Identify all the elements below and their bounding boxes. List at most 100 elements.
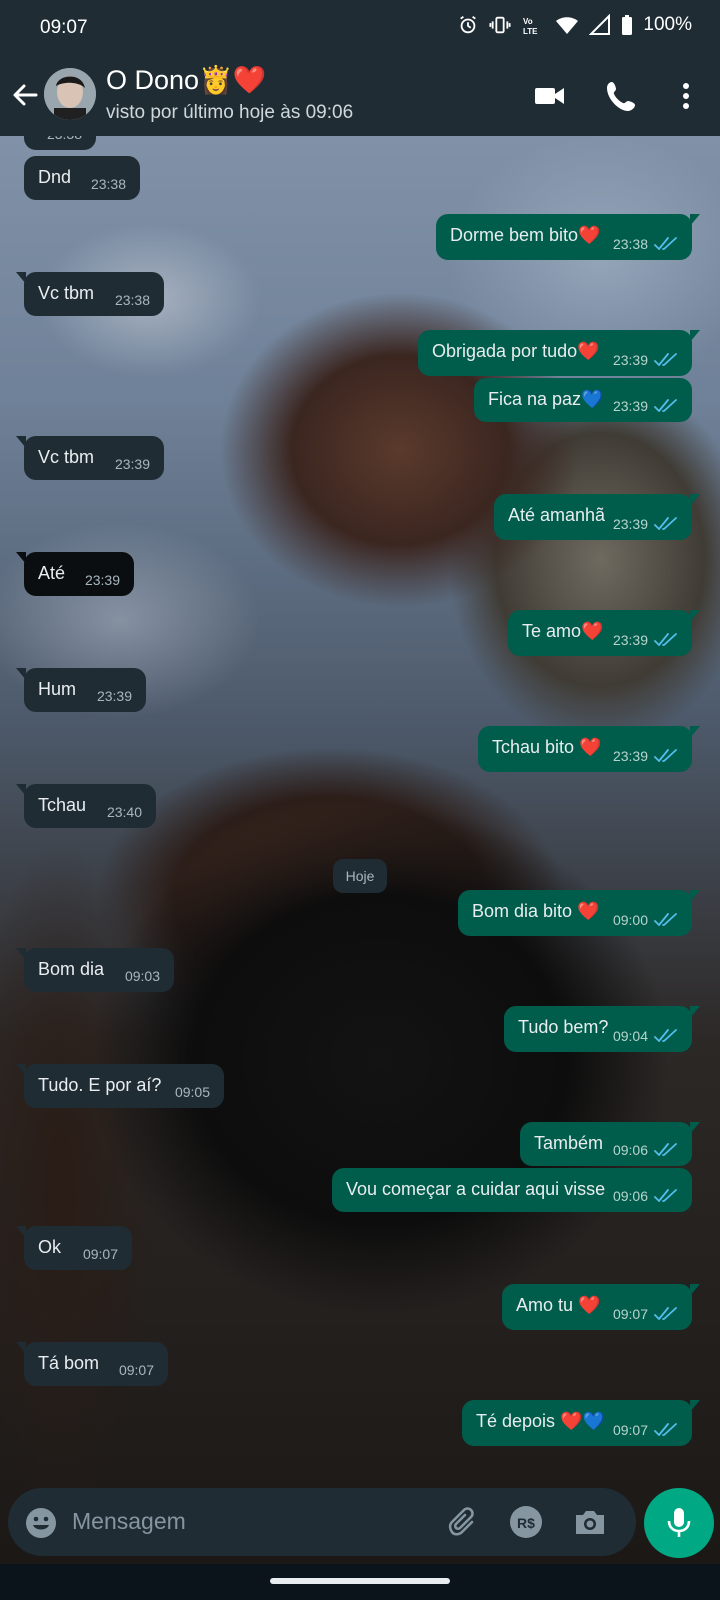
read-receipt-icon — [654, 1029, 677, 1042]
bubble-tail — [16, 552, 26, 564]
message-meta: 23:39 — [613, 748, 678, 764]
outgoing-message[interactable]: Amo tu ❤️ 09:07 — [502, 1284, 700, 1330]
outgoing-message[interactable]: Também 09:06 — [520, 1122, 700, 1166]
read-receipt-icon — [654, 237, 677, 250]
svg-text:Vo: Vo — [523, 17, 533, 26]
message-time: 09:07 — [118, 1362, 154, 1378]
message-time: 23:38 — [47, 136, 82, 142]
outgoing-message[interactable]: Até amanhã 23:39 — [494, 494, 700, 540]
message-time: 09:00 — [612, 912, 648, 928]
chat-header: O Dono👸❤️ visto por último hoje às 09:06 — [0, 56, 720, 136]
bubble-tail — [16, 668, 26, 680]
video-call-icon[interactable] — [532, 78, 568, 114]
bubble-tail — [16, 1342, 26, 1354]
incoming-message[interactable]: Tudo. E por aí? 09:05 — [16, 1064, 224, 1108]
phone-icon[interactable] — [604, 78, 640, 114]
outgoing-message[interactable]: Tudo bem? 09:04 — [504, 1006, 700, 1052]
incoming-message[interactable]: Até 23:39 — [16, 552, 134, 596]
message-time: 23:39 — [96, 688, 132, 704]
message-text: Vc tbm — [38, 283, 95, 303]
contact-last-seen: visto por último hoje às 09:06 — [106, 102, 354, 123]
incoming-message[interactable]: Dnd 23:38 — [24, 156, 140, 200]
outgoing-message[interactable]: Fica na paz💙 23:39 — [474, 378, 692, 422]
message-meta: 09:07 — [83, 1246, 118, 1262]
contact-avatar[interactable] — [44, 68, 96, 120]
message-meta: 23:39 — [97, 688, 132, 704]
incoming-message[interactable]: Hum 23:39 — [16, 668, 146, 712]
back-arrow-icon[interactable] — [10, 78, 40, 112]
bubble-tail — [690, 610, 700, 622]
outgoing-message[interactable]: Vou começar a cuidar aqui visse 09:06 — [332, 1168, 692, 1212]
message-text: Tchau — [38, 795, 87, 815]
voice-record-button[interactable] — [644, 1488, 714, 1558]
message-text: Té depois ❤️💙 — [476, 1411, 605, 1431]
message-time: 09:07 — [612, 1306, 648, 1322]
wifi-icon — [556, 17, 579, 34]
volte-icon: VoLTE — [523, 17, 538, 36]
vibrate-icon — [489, 16, 511, 34]
message-time: 23:39 — [114, 456, 150, 472]
incoming-message[interactable]: Bom dia 09:03 — [16, 948, 174, 992]
payment-icon[interactable]: R$ — [508, 1504, 544, 1540]
message-text: Vc tbm — [38, 447, 95, 467]
message-time: 23:38 — [114, 292, 150, 308]
message-meta: 09:06 — [613, 1188, 678, 1204]
message-meta: 23:39 — [613, 516, 678, 532]
message-input[interactable]: Mensagem — [72, 1508, 186, 1535]
read-receipt-icon — [654, 399, 677, 412]
message-list[interactable]: Hoje Tá23:38 Dnd 23:38 Dorme bem bito❤️ 23:3… — [0, 136, 720, 1482]
bubble-tail — [690, 214, 700, 226]
message-meta: 23:39 — [85, 572, 120, 588]
camera-icon[interactable] — [572, 1504, 608, 1540]
outgoing-message[interactable]: Dorme bem bito❤️ 23:38 — [436, 214, 700, 260]
read-receipt-icon — [654, 353, 677, 366]
incoming-message[interactable]: Vc tbm 23:39 — [16, 436, 164, 480]
emoji-icon[interactable] — [24, 1506, 58, 1540]
incoming-message[interactable]: Tá bom 09:07 — [16, 1342, 168, 1386]
message-time: 23:39 — [84, 572, 120, 588]
message-meta: 09:04 — [613, 1028, 678, 1044]
battery-percent: 100% — [643, 14, 692, 35]
bubble-tail — [690, 1284, 700, 1296]
bubble-tail — [690, 726, 700, 738]
bubble-tail — [690, 494, 700, 506]
message-time: 23:39 — [612, 352, 648, 368]
message-text: Tudo bem? — [518, 1017, 609, 1037]
message-time: 09:06 — [612, 1142, 648, 1158]
message-meta: 23:39 — [613, 352, 678, 368]
read-receipt-icon — [654, 913, 677, 926]
more-vert-icon[interactable] — [668, 78, 704, 114]
message-time: 09:07 — [612, 1422, 648, 1438]
home-gesture-handle[interactable] — [270, 1578, 450, 1584]
message-meta: 23:38 — [115, 292, 150, 308]
message-meta: 23:38 — [91, 176, 126, 192]
message-meta: 23:39 — [115, 456, 150, 472]
message-meta: 23:38 — [613, 236, 678, 252]
read-receipt-icon — [654, 1307, 677, 1320]
outgoing-message[interactable]: Obrigada por tudo❤️ 23:39 — [418, 330, 700, 376]
message-text: Até — [38, 563, 66, 583]
attach-icon[interactable] — [446, 1504, 482, 1540]
outgoing-message[interactable]: Tchau bito ❤️ 23:39 — [478, 726, 700, 772]
message-meta: 09:07 — [613, 1306, 678, 1322]
incoming-message[interactable]: Tchau 23:40 — [16, 784, 156, 828]
message-text: Vou começar a cuidar aqui visse — [346, 1179, 606, 1199]
outgoing-message[interactable]: Bom dia bito ❤️ 09:00 — [458, 890, 700, 936]
incoming-message[interactable]: Tá23:38 — [24, 136, 96, 150]
message-text: Ok — [38, 1237, 62, 1257]
message-meta: 09:07 — [119, 1362, 154, 1378]
incoming-message[interactable]: Ok 09:07 — [16, 1226, 132, 1270]
message-text: Bom dia — [38, 959, 105, 979]
message-meta: 09:03 — [125, 968, 160, 984]
message-meta: 09:00 — [613, 912, 678, 928]
message-composer[interactable]: Mensagem R$ — [8, 1488, 636, 1556]
svg-text:R$: R$ — [517, 1515, 535, 1531]
incoming-message[interactable]: Vc tbm 23:38 — [16, 272, 164, 316]
contact-name[interactable]: O Dono👸❤️ — [106, 64, 266, 96]
outgoing-message[interactable]: Te amo❤️ 23:39 — [508, 610, 700, 656]
bubble-tail — [16, 436, 26, 448]
outgoing-message[interactable]: Té depois ❤️💙 09:07 — [462, 1400, 700, 1446]
message-time: 09:06 — [612, 1188, 648, 1204]
message-text: Dnd — [38, 167, 72, 187]
bubble-tail — [16, 272, 26, 284]
